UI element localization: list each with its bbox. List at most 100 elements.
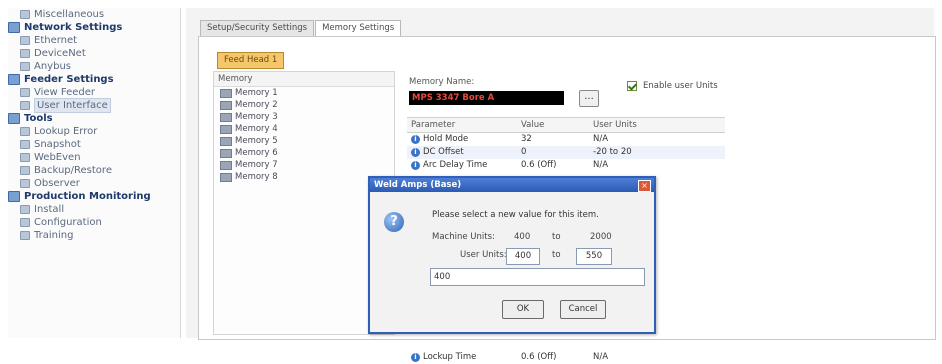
sidebar-item-label: Feeder Settings bbox=[24, 74, 114, 85]
sidebar-item-label: Install bbox=[34, 204, 65, 215]
cancel-button[interactable]: Cancel bbox=[560, 300, 606, 319]
sidebar-item[interactable]: WebEven bbox=[8, 151, 180, 164]
memory-item-label: Memory 3 bbox=[235, 112, 278, 122]
sidebar-item[interactable]: Tools bbox=[8, 112, 180, 125]
sidebar-item[interactable]: Backup/Restore bbox=[8, 164, 180, 177]
machine-to: to bbox=[552, 232, 561, 242]
sidebar-item-label: Observer bbox=[34, 178, 80, 189]
table-row[interactable]: i DC Offset 0 -20 to 20 bbox=[407, 146, 725, 159]
sidebar-item-label: Network Settings bbox=[24, 22, 123, 33]
row-value: 0.6 (Off) bbox=[521, 160, 557, 170]
table-row[interactable]: i Lockup Time 0.6 (Off) N/A bbox=[407, 351, 725, 364]
machine-min: 400 bbox=[514, 232, 531, 242]
row-param-cell: i Lockup Time bbox=[407, 351, 521, 364]
value-dialog: Weld Amps (Base) × ? Please select a new… bbox=[368, 176, 656, 334]
memory-name-label: Memory Name: bbox=[409, 77, 475, 87]
enable-user-units-label: Enable user Units bbox=[643, 81, 718, 91]
feed-head-button[interactable]: Feed Head 1 bbox=[217, 52, 285, 69]
memory-list-item[interactable]: Memory 8 bbox=[214, 171, 394, 183]
info-icon: i bbox=[411, 353, 420, 362]
sidebar-item[interactable]: Observer bbox=[8, 177, 180, 190]
sidebar-item[interactable]: DeviceNet bbox=[8, 47, 180, 60]
col-value: Value bbox=[521, 120, 545, 130]
row-param: Hold Mode bbox=[423, 134, 469, 144]
sidebar-item[interactable]: Lookup Error bbox=[8, 125, 180, 138]
memory-list-item[interactable]: Memory 4 bbox=[214, 123, 394, 135]
sidebar-item-label: DeviceNet bbox=[34, 48, 86, 59]
memory-item-label: Memory 1 bbox=[235, 88, 278, 98]
memory-list-item[interactable]: Memory 2 bbox=[214, 99, 394, 111]
browse-button[interactable]: ... bbox=[579, 90, 599, 107]
memory-item-label: Memory 6 bbox=[235, 148, 278, 158]
memory-icon bbox=[220, 172, 232, 182]
col-parameter: Parameter bbox=[411, 120, 456, 130]
sidebar-item-label: Configuration bbox=[34, 217, 102, 228]
enable-user-units-checkbox[interactable] bbox=[627, 81, 637, 91]
row-param: DC Offset bbox=[423, 147, 464, 157]
sidebar-item-label: User Interface bbox=[34, 98, 111, 113]
item-icon bbox=[20, 140, 30, 149]
memory-list-item[interactable]: Memory 7 bbox=[214, 159, 394, 171]
memory-item-label: Memory 8 bbox=[235, 172, 278, 182]
row-value: 0.6 (Off) bbox=[521, 352, 557, 362]
sidebar-item[interactable]: User Interface bbox=[8, 98, 180, 113]
sidebar-item[interactable]: Configuration bbox=[8, 216, 180, 229]
memory-list-item[interactable]: Memory 3 bbox=[214, 111, 394, 123]
sidebar-item-label: Training bbox=[34, 230, 74, 241]
dialog-title: Weld Amps (Base) bbox=[370, 178, 654, 192]
sidebar-item[interactable]: Production Monitoring bbox=[8, 190, 180, 203]
memory-list-item[interactable]: Memory 6 bbox=[214, 147, 394, 159]
sidebar-item[interactable]: Feeder Settings bbox=[8, 73, 180, 86]
item-icon bbox=[20, 49, 30, 58]
item-icon bbox=[20, 88, 30, 97]
row-param-cell: i Arc Delay Time bbox=[407, 159, 521, 172]
memory-icon bbox=[220, 160, 232, 170]
table-row[interactable]: i Hold Mode 32 N/A bbox=[407, 133, 725, 146]
user-min-field[interactable]: 400 bbox=[506, 248, 540, 265]
row-units: N/A bbox=[593, 160, 609, 170]
item-icon bbox=[20, 127, 30, 136]
row-param-cell: i DC Offset bbox=[407, 146, 521, 159]
tab-setup-security[interactable]: Setup/Security Settings bbox=[200, 20, 315, 36]
close-icon[interactable]: × bbox=[638, 180, 651, 192]
sidebar-item[interactable]: Miscellaneous bbox=[8, 8, 180, 21]
memory-icon bbox=[220, 148, 232, 158]
machine-max: 2000 bbox=[590, 232, 612, 242]
ok-button[interactable]: OK bbox=[502, 300, 544, 319]
row-units: -20 to 20 bbox=[593, 147, 632, 157]
item-icon bbox=[20, 36, 30, 45]
table-row[interactable]: i Arc Delay Time 0.6 (Off) N/A bbox=[407, 159, 725, 172]
item-icon bbox=[20, 205, 30, 214]
info-icon: i bbox=[411, 148, 420, 157]
sidebar-item[interactable]: Training bbox=[8, 229, 180, 242]
item-icon bbox=[20, 101, 30, 110]
new-value-input[interactable]: 400 bbox=[430, 268, 645, 286]
sidebar-item-label: Tools bbox=[24, 113, 53, 124]
tab-bar: Setup/Security Settings Memory Settings bbox=[200, 20, 402, 38]
sidebar-item-label: Backup/Restore bbox=[34, 165, 112, 176]
sidebar-item[interactable]: Ethernet bbox=[8, 34, 180, 47]
sidebar-item[interactable]: Network Settings bbox=[8, 21, 180, 34]
memory-list-item[interactable]: Memory 1 bbox=[214, 87, 394, 99]
memory-list-item[interactable]: Memory 5 bbox=[214, 135, 394, 147]
folder-icon bbox=[8, 74, 20, 85]
item-icon bbox=[20, 10, 30, 19]
info-icon: i bbox=[411, 161, 420, 170]
sidebar-item[interactable]: Install bbox=[8, 203, 180, 216]
table-header: Parameter Value User Units bbox=[407, 117, 725, 133]
sidebar-item-label: Lookup Error bbox=[34, 126, 98, 137]
screen: Miscellaneous Network Settings Ethernet Dev… bbox=[0, 0, 942, 362]
sidebar-item[interactable]: Anybus bbox=[8, 60, 180, 73]
user-max-field[interactable]: 550 bbox=[576, 248, 612, 265]
item-icon bbox=[20, 62, 30, 71]
machine-units-label: Machine Units: bbox=[432, 232, 495, 242]
memory-list-header: Memory bbox=[214, 72, 394, 87]
info-icon: i bbox=[411, 135, 420, 144]
row-value: 32 bbox=[521, 134, 532, 144]
memory-item-label: Memory 5 bbox=[235, 136, 278, 146]
folder-icon bbox=[8, 22, 20, 33]
memory-item-label: Memory 7 bbox=[235, 160, 278, 170]
memory-name-field[interactable]: MPS 3347 Bore A bbox=[409, 91, 564, 105]
memory-icon bbox=[220, 136, 232, 146]
sidebar-item[interactable]: Snapshot bbox=[8, 138, 180, 151]
